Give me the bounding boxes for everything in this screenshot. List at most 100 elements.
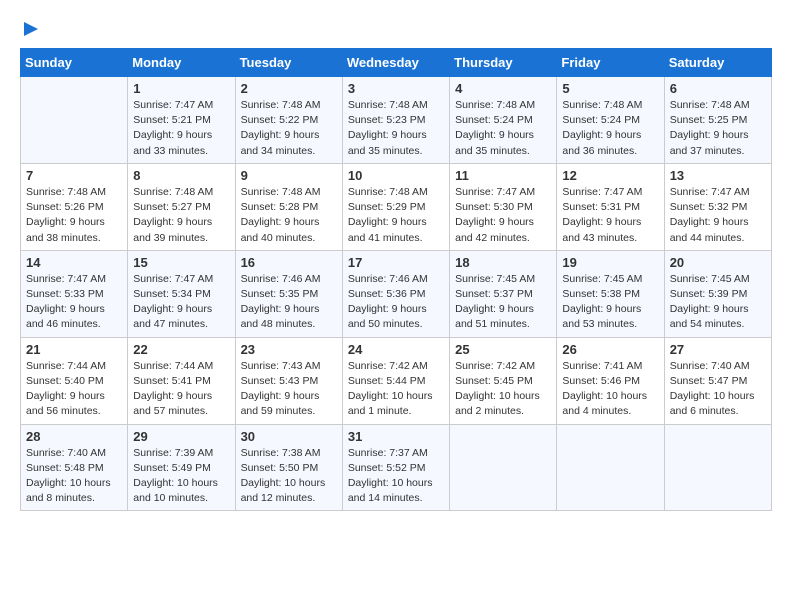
day-number: 17 <box>348 255 444 270</box>
calendar-cell: 19 Sunrise: 7:45 AMSunset: 5:38 PMDayligh… <box>557 250 664 337</box>
day-info: Sunrise: 7:48 AMSunset: 5:22 PMDaylight:… <box>241 98 337 159</box>
calendar-cell: 12Sunrise: 7:47 AMSunset: 5:31 PMDayligh… <box>557 163 664 250</box>
day-number: 31 <box>348 429 444 444</box>
calendar-cell: 2 Sunrise: 7:48 AMSunset: 5:22 PMDaylight… <box>235 77 342 164</box>
calendar-week-row: 14Sunrise: 7:47 AMSunset: 5:33 PMDayligh… <box>21 250 772 337</box>
day-number: 10 <box>348 168 444 183</box>
calendar-cell: 29Sunrise: 7:39 AMSunset: 5:49 PMDayligh… <box>128 424 235 511</box>
calendar-cell: 13 Sunrise: 7:47 AMSunset: 5:32 PMDayligh… <box>664 163 771 250</box>
day-info: Sunrise: 7:45 AMSunset: 5:38 PMDaylight:… <box>562 272 658 333</box>
day-info: Sunrise: 7:37 AMSunset: 5:52 PMDaylight:… <box>348 446 444 507</box>
day-info: Sunrise: 7:42 AMSunset: 5:44 PMDaylight:… <box>348 359 444 420</box>
day-number: 9 <box>241 168 337 183</box>
day-info: Sunrise: 7:47 AMSunset: 5:21 PMDaylight:… <box>133 98 229 159</box>
day-info: Sunrise: 7:44 AMSunset: 5:40 PMDaylight:… <box>26 359 122 420</box>
day-number: 15 <box>133 255 229 270</box>
day-info: Sunrise: 7:48 AMSunset: 5:26 PMDaylight:… <box>26 185 122 246</box>
day-info: Sunrise: 7:43 AMSunset: 5:43 PMDaylight:… <box>241 359 337 420</box>
calendar-cell: 16 Sunrise: 7:46 AMSunset: 5:35 PMDayligh… <box>235 250 342 337</box>
day-of-week-header: Sunday <box>21 49 128 77</box>
calendar-cell: 28 Sunrise: 7:40 AMSunset: 5:48 PMDayligh… <box>21 424 128 511</box>
day-number: 4 <box>455 81 551 96</box>
calendar-week-row: 7 Sunrise: 7:48 AMSunset: 5:26 PMDaylight… <box>21 163 772 250</box>
calendar-cell: 6Sunrise: 7:48 AMSunset: 5:25 PMDaylight… <box>664 77 771 164</box>
calendar-cell: 7 Sunrise: 7:48 AMSunset: 5:26 PMDaylight… <box>21 163 128 250</box>
day-info: Sunrise: 7:46 AMSunset: 5:35 PMDaylight:… <box>241 272 337 333</box>
calendar-cell: 17 Sunrise: 7:46 AMSunset: 5:36 PMDayligh… <box>342 250 449 337</box>
calendar-week-row: 1Sunrise: 7:47 AMSunset: 5:21 PMDaylight… <box>21 77 772 164</box>
day-of-week-header: Saturday <box>664 49 771 77</box>
day-info: Sunrise: 7:40 AMSunset: 5:47 PMDaylight:… <box>670 359 766 420</box>
day-info: Sunrise: 7:48 AMSunset: 5:28 PMDaylight:… <box>241 185 337 246</box>
calendar-cell: 31 Sunrise: 7:37 AMSunset: 5:52 PMDayligh… <box>342 424 449 511</box>
day-number: 20 <box>670 255 766 270</box>
calendar-week-row: 28 Sunrise: 7:40 AMSunset: 5:48 PMDayligh… <box>21 424 772 511</box>
calendar-table: SundayMondayTuesdayWednesdayThursdayFrid… <box>20 48 772 511</box>
calendar-cell <box>21 77 128 164</box>
day-number: 16 <box>241 255 337 270</box>
calendar-cell: 18 Sunrise: 7:45 AMSunset: 5:37 PMDayligh… <box>450 250 557 337</box>
day-info: Sunrise: 7:47 AMSunset: 5:32 PMDaylight:… <box>670 185 766 246</box>
day-number: 28 <box>26 429 122 444</box>
calendar-cell: 5Sunrise: 7:48 AMSunset: 5:24 PMDaylight… <box>557 77 664 164</box>
day-of-week-header: Wednesday <box>342 49 449 77</box>
day-number: 19 <box>562 255 658 270</box>
day-info: Sunrise: 7:48 AMSunset: 5:25 PMDaylight:… <box>670 98 766 159</box>
day-number: 11 <box>455 168 551 183</box>
calendar-cell: 1Sunrise: 7:47 AMSunset: 5:21 PMDaylight… <box>128 77 235 164</box>
day-number: 30 <box>241 429 337 444</box>
day-info: Sunrise: 7:45 AMSunset: 5:37 PMDaylight:… <box>455 272 551 333</box>
day-info: Sunrise: 7:47 AMSunset: 5:34 PMDaylight:… <box>133 272 229 333</box>
day-number: 24 <box>348 342 444 357</box>
day-info: Sunrise: 7:47 AMSunset: 5:30 PMDaylight:… <box>455 185 551 246</box>
day-info: Sunrise: 7:39 AMSunset: 5:49 PMDaylight:… <box>133 446 229 507</box>
day-number: 18 <box>455 255 551 270</box>
day-of-week-header: Tuesday <box>235 49 342 77</box>
calendar-cell: 15 Sunrise: 7:47 AMSunset: 5:34 PMDayligh… <box>128 250 235 337</box>
day-of-week-header: Friday <box>557 49 664 77</box>
calendar-cell: 24 Sunrise: 7:42 AMSunset: 5:44 PMDayligh… <box>342 337 449 424</box>
logo-arrow-icon <box>22 20 40 38</box>
calendar-cell: 20 Sunrise: 7:45 AMSunset: 5:39 PMDayligh… <box>664 250 771 337</box>
day-of-week-header: Monday <box>128 49 235 77</box>
day-number: 5 <box>562 81 658 96</box>
calendar-cell: 25 Sunrise: 7:42 AMSunset: 5:45 PMDayligh… <box>450 337 557 424</box>
day-info: Sunrise: 7:48 AMSunset: 5:27 PMDaylight:… <box>133 185 229 246</box>
calendar-week-row: 21 Sunrise: 7:44 AMSunset: 5:40 PMDayligh… <box>21 337 772 424</box>
calendar-header-row: SundayMondayTuesdayWednesdayThursdayFrid… <box>21 49 772 77</box>
page-header <box>20 20 772 38</box>
day-info: Sunrise: 7:45 AMSunset: 5:39 PMDaylight:… <box>670 272 766 333</box>
day-info: Sunrise: 7:48 AMSunset: 5:24 PMDaylight:… <box>455 98 551 159</box>
day-number: 3 <box>348 81 444 96</box>
calendar-cell: 10 Sunrise: 7:48 AMSunset: 5:29 PMDayligh… <box>342 163 449 250</box>
day-number: 27 <box>670 342 766 357</box>
day-number: 26 <box>562 342 658 357</box>
calendar-cell: 27 Sunrise: 7:40 AMSunset: 5:47 PMDayligh… <box>664 337 771 424</box>
calendar-cell: 14Sunrise: 7:47 AMSunset: 5:33 PMDayligh… <box>21 250 128 337</box>
calendar-cell: 3Sunrise: 7:48 AMSunset: 5:23 PMDaylight… <box>342 77 449 164</box>
day-number: 14 <box>26 255 122 270</box>
calendar-cell: 11 Sunrise: 7:47 AMSunset: 5:30 PMDayligh… <box>450 163 557 250</box>
calendar-cell <box>664 424 771 511</box>
calendar-cell: 4 Sunrise: 7:48 AMSunset: 5:24 PMDaylight… <box>450 77 557 164</box>
calendar-cell: 21 Sunrise: 7:44 AMSunset: 5:40 PMDayligh… <box>21 337 128 424</box>
day-info: Sunrise: 7:41 AMSunset: 5:46 PMDaylight:… <box>562 359 658 420</box>
day-number: 23 <box>241 342 337 357</box>
day-info: Sunrise: 7:42 AMSunset: 5:45 PMDaylight:… <box>455 359 551 420</box>
day-info: Sunrise: 7:40 AMSunset: 5:48 PMDaylight:… <box>26 446 122 507</box>
day-of-week-header: Thursday <box>450 49 557 77</box>
day-number: 7 <box>26 168 122 183</box>
day-number: 21 <box>26 342 122 357</box>
calendar-cell: 30 Sunrise: 7:38 AMSunset: 5:50 PMDayligh… <box>235 424 342 511</box>
calendar-cell <box>557 424 664 511</box>
day-number: 13 <box>670 168 766 183</box>
day-number: 25 <box>455 342 551 357</box>
day-info: Sunrise: 7:47 AMSunset: 5:31 PMDaylight:… <box>562 185 658 246</box>
day-number: 8 <box>133 168 229 183</box>
day-info: Sunrise: 7:48 AMSunset: 5:29 PMDaylight:… <box>348 185 444 246</box>
day-number: 2 <box>241 81 337 96</box>
day-info: Sunrise: 7:46 AMSunset: 5:36 PMDaylight:… <box>348 272 444 333</box>
calendar-cell: 26 Sunrise: 7:41 AMSunset: 5:46 PMDayligh… <box>557 337 664 424</box>
day-info: Sunrise: 7:38 AMSunset: 5:50 PMDaylight:… <box>241 446 337 507</box>
calendar-cell: 9 Sunrise: 7:48 AMSunset: 5:28 PMDaylight… <box>235 163 342 250</box>
